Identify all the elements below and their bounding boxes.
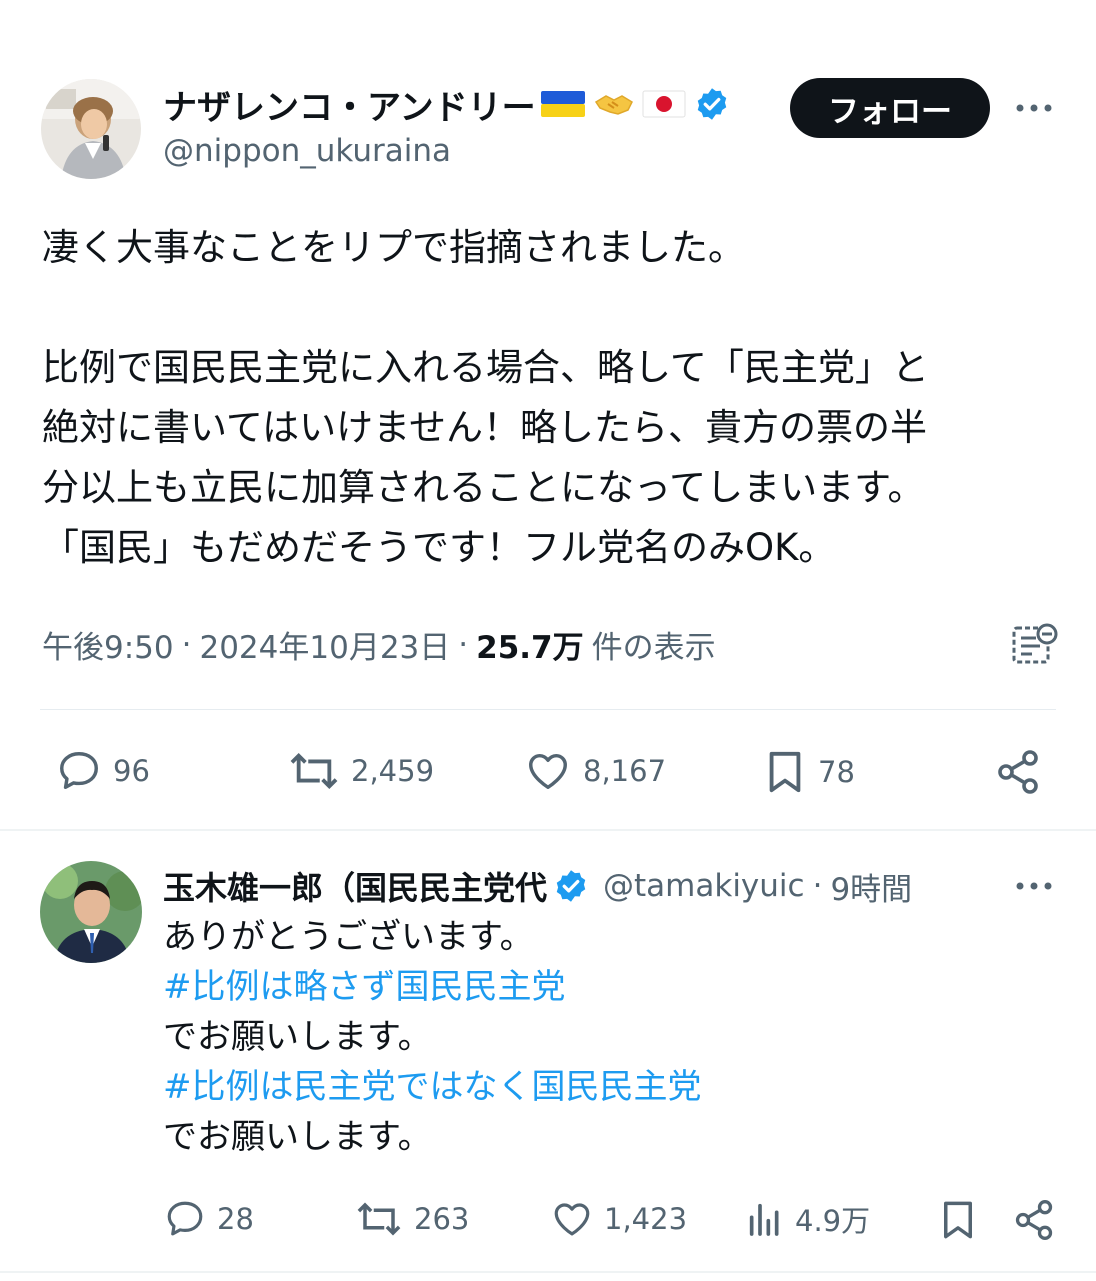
reply-retweet-count: 263 xyxy=(414,1202,470,1236)
reply-line: でお願いします。 xyxy=(163,1017,432,1057)
reply-icon xyxy=(55,748,103,794)
reply-author-avatar[interactable] xyxy=(40,861,142,963)
author-avatar[interactable] xyxy=(41,79,141,179)
bar-chart-icon xyxy=(745,1198,785,1240)
heart-icon xyxy=(523,748,573,794)
japan-flag-icon xyxy=(642,88,686,120)
reply-view-count: 4.9万 xyxy=(795,1204,871,1238)
reply-author-name[interactable]: 玉木雄一郎（国民民主党代 xyxy=(163,863,547,909)
reply-icon xyxy=(163,1198,207,1240)
heart-icon xyxy=(550,1198,594,1240)
tweet-time[interactable]: 午後9:50 xyxy=(42,622,174,667)
post-analytics-icon[interactable] xyxy=(1010,622,1058,668)
divider xyxy=(40,709,1056,710)
reply-share-icon[interactable] xyxy=(1012,1198,1056,1242)
reply-author-handle[interactable]: @tamakiyuic xyxy=(603,868,805,904)
reply-count: 96 xyxy=(113,754,150,788)
reply-reply-count: 28 xyxy=(217,1202,254,1236)
meta-separator: · xyxy=(458,626,469,663)
author-name[interactable]: ナザレンコ・アンドリー xyxy=(163,80,536,129)
verified-badge-icon xyxy=(553,868,589,904)
tweet-line: 分以上も立民に加算されることになってしまいます。 xyxy=(42,466,925,509)
reply-separator: · xyxy=(812,868,823,904)
reply-button[interactable]: 96 xyxy=(55,748,150,794)
share-icon[interactable] xyxy=(994,748,1042,796)
tweet-line: 比例で国民民主党に入れる場合、略して「民主党」と xyxy=(42,346,929,389)
more-options-icon[interactable] xyxy=(1014,98,1054,118)
bookmark-button[interactable]: 78 xyxy=(762,748,855,796)
bookmark-count: 78 xyxy=(818,755,855,789)
follow-button-label: フォロー xyxy=(828,93,952,130)
reply-time[interactable]: 9時間 xyxy=(830,864,912,909)
reply-views-button[interactable]: 4.9万 xyxy=(745,1198,870,1240)
reply-body: ありがとうございます。 #比例は略さず国民民主党 でお願いします。 #比例は民主… xyxy=(163,912,702,1162)
reply-more-options-icon[interactable] xyxy=(1014,876,1054,896)
reply-like-button[interactable]: 1,423 xyxy=(550,1198,687,1240)
view-count-suffix: 件の表示 xyxy=(591,630,716,666)
tweet-line: 絶対に書いてはいけません！略したら、貴方の票の半 xyxy=(42,406,928,449)
tweet-line: 凄く大事なことをリプで指摘されました。 xyxy=(42,226,745,269)
bookmark-icon xyxy=(762,748,808,796)
author-handle[interactable]: @nippon_ukuraina xyxy=(163,133,451,169)
tweet-date[interactable]: 2024年10月23日 xyxy=(199,622,450,667)
handshake-icon xyxy=(592,88,636,120)
bottom-divider xyxy=(0,1271,1096,1273)
reply-line: ありがとうございます。 xyxy=(163,917,534,957)
follow-button[interactable]: フォロー xyxy=(790,78,990,138)
tweet-line: 「国民」もだめだそうです！フル党名のみOK。 xyxy=(42,526,836,569)
like-count: 8,167 xyxy=(583,754,667,788)
like-button[interactable]: 8,167 xyxy=(523,748,666,794)
section-divider xyxy=(0,829,1096,831)
reply-reply-button[interactable]: 28 xyxy=(163,1198,254,1240)
tweet-body: 凄く大事なことをリプで指摘されました。 比例で国民民主党に入れる場合、略して「民… xyxy=(42,218,1062,578)
view-count: 25.7万 xyxy=(476,630,584,666)
tweet-meta: 午後9:50 · 2024年10月23日 · 25.7万 件の表示 xyxy=(42,622,716,667)
meta-separator: · xyxy=(181,626,192,663)
author-name-row: ナザレンコ・アンドリー xyxy=(163,80,730,128)
reply-like-count: 1,423 xyxy=(604,1202,688,1236)
retweet-count: 2,459 xyxy=(351,754,435,788)
reply-retweet-button[interactable]: 263 xyxy=(354,1198,469,1240)
retweet-icon xyxy=(287,748,341,794)
hashtag-link[interactable]: #比例は略さず国民民主党 xyxy=(163,962,702,1012)
reply-header: 玉木雄一郎（国民民主党代 @tamakiyuic · 9時間 xyxy=(163,862,912,910)
retweet-icon xyxy=(354,1198,404,1240)
tweet-line xyxy=(42,278,1062,338)
retweet-button[interactable]: 2,459 xyxy=(287,748,434,794)
reply-bookmark-icon[interactable] xyxy=(937,1198,979,1242)
hashtag-link[interactable]: #比例は民主党ではなく国民民主党 xyxy=(163,1062,702,1112)
ukraine-flag-icon xyxy=(540,88,586,120)
reply-line: でお願いします。 xyxy=(163,1117,432,1157)
verified-badge-icon xyxy=(694,86,730,122)
